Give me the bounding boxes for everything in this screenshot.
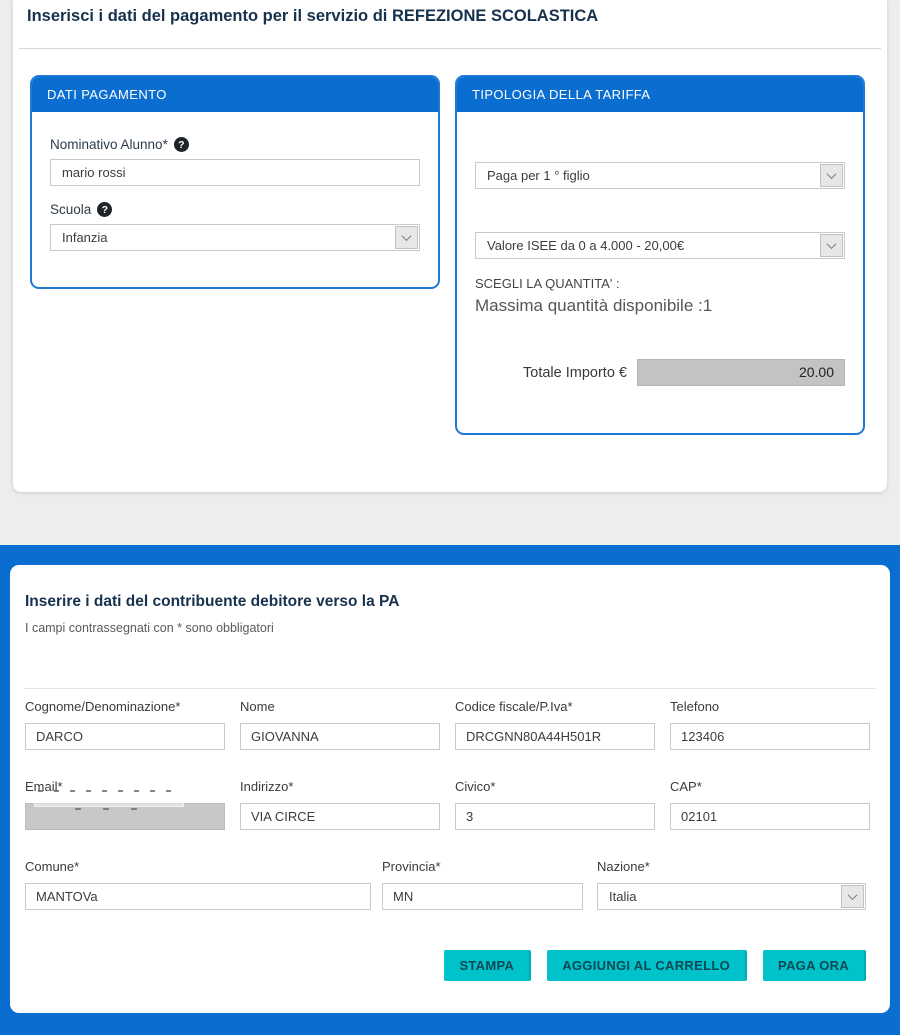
field-email: Email* <box>25 779 225 830</box>
page: Inserisci i dati del pagamento per il se… <box>0 0 900 1035</box>
max-quantity-text: Massima quantità disponibile :1 <box>475 296 845 316</box>
chevron-down-icon <box>841 885 864 908</box>
nominativo-label: Nominativo Alunno* <box>50 137 168 152</box>
scuola-label: Scuola <box>50 202 91 217</box>
nome-input[interactable] <box>240 723 440 750</box>
field-civico: Civico* <box>455 779 655 830</box>
indirizzo-input[interactable] <box>240 803 440 830</box>
payment-section-card: Inserisci i dati del pagamento per il se… <box>13 0 887 492</box>
chevron-down-icon <box>820 164 843 187</box>
scuola-label-row: Scuola ? <box>50 202 420 217</box>
paga-ora-button[interactable]: PAGA ORA <box>763 950 866 981</box>
telefono-input[interactable] <box>670 723 870 750</box>
required-fields-note: I campi contrassegnati con * sono obblig… <box>25 621 274 635</box>
stampa-button[interactable]: STAMPA <box>444 950 531 981</box>
dati-pagamento-panel: DATI PAGAMENTO Nominativo Alunno* ? Scuo… <box>30 75 440 289</box>
field-provincia: Provincia* <box>382 859 583 910</box>
total-label: Totale Importo € <box>475 365 637 381</box>
contributor-section-band: Inserire i dati del contribuente debitor… <box>0 545 900 1035</box>
aggiungi-al-carrello-button[interactable]: AGGIUNGI AL CARRELLO <box>547 950 747 981</box>
field-cap: CAP* <box>670 779 870 830</box>
nominativo-label-row: Nominativo Alunno* ? <box>50 137 420 152</box>
nazione-select[interactable]: Italia <box>597 883 866 910</box>
codice-fiscale-label: Codice fiscale/P.Iva* <box>455 699 655 714</box>
nominativo-input[interactable] <box>50 159 420 186</box>
contributor-form-card: Inserire i dati del contribuente debitor… <box>10 565 890 1013</box>
field-telefono: Telefono <box>670 699 870 750</box>
civico-label: Civico* <box>455 779 655 794</box>
field-nome: Nome <box>240 699 440 750</box>
civico-input[interactable] <box>455 803 655 830</box>
dati-pagamento-header: DATI PAGAMENTO <box>32 77 438 112</box>
question-circle-icon[interactable]: ? <box>97 202 112 217</box>
scuola-select[interactable]: Infanzia <box>50 224 420 251</box>
nazione-selected-value: Italia <box>609 889 636 904</box>
total-row: Totale Importo € 20.00 <box>475 359 845 386</box>
cap-input[interactable] <box>670 803 870 830</box>
figlio-select[interactable]: Paga per 1 ° figlio <box>475 162 845 189</box>
codice-fiscale-input[interactable] <box>455 723 655 750</box>
total-amount-field: 20.00 <box>637 359 845 386</box>
nazione-label: Nazione* <box>597 859 866 874</box>
field-nazione: Nazione* Italia <box>597 859 866 910</box>
isee-selected-value: Valore ISEE da 0 a 4.000 - 20,00€ <box>487 238 684 253</box>
cognome-input[interactable] <box>25 723 225 750</box>
chevron-down-icon <box>395 226 418 249</box>
cap-label: CAP* <box>670 779 870 794</box>
indirizzo-label: Indirizzo* <box>240 779 440 794</box>
chevron-down-icon <box>820 234 843 257</box>
provincia-input[interactable] <box>382 883 583 910</box>
scuola-selected-value: Infanzia <box>62 230 108 245</box>
page-title: Inserisci i dati del pagamento per il se… <box>27 7 598 26</box>
comune-input[interactable] <box>25 883 371 910</box>
field-codice-fiscale: Codice fiscale/P.Iva* <box>455 699 655 750</box>
redacted-email-value <box>34 794 184 807</box>
divider <box>19 48 881 49</box>
divider <box>24 688 876 689</box>
field-comune: Comune* <box>25 859 371 910</box>
nome-label: Nome <box>240 699 440 714</box>
question-circle-icon[interactable]: ? <box>174 137 189 152</box>
cognome-label: Cognome/Denominazione* <box>25 699 225 714</box>
field-cognome: Cognome/Denominazione* <box>25 699 225 750</box>
provincia-label: Provincia* <box>382 859 583 874</box>
comune-label: Comune* <box>25 859 371 874</box>
isee-select[interactable]: Valore ISEE da 0 a 4.000 - 20,00€ <box>475 232 845 259</box>
field-indirizzo: Indirizzo* <box>240 779 440 830</box>
form-actions: STAMPA AGGIUNGI AL CARRELLO PAGA ORA <box>444 950 866 981</box>
telefono-label: Telefono <box>670 699 870 714</box>
tipologia-tariffa-panel: TIPOLOGIA DELLA TARIFFA Paga per 1 ° fig… <box>455 75 865 435</box>
contributor-form-title: Inserire i dati del contribuente debitor… <box>25 593 399 611</box>
figlio-selected-value: Paga per 1 ° figlio <box>487 168 590 183</box>
quantity-label: SCEGLI LA QUANTITA' : <box>475 276 845 291</box>
tipologia-tariffa-header: TIPOLOGIA DELLA TARIFFA <box>457 77 863 112</box>
